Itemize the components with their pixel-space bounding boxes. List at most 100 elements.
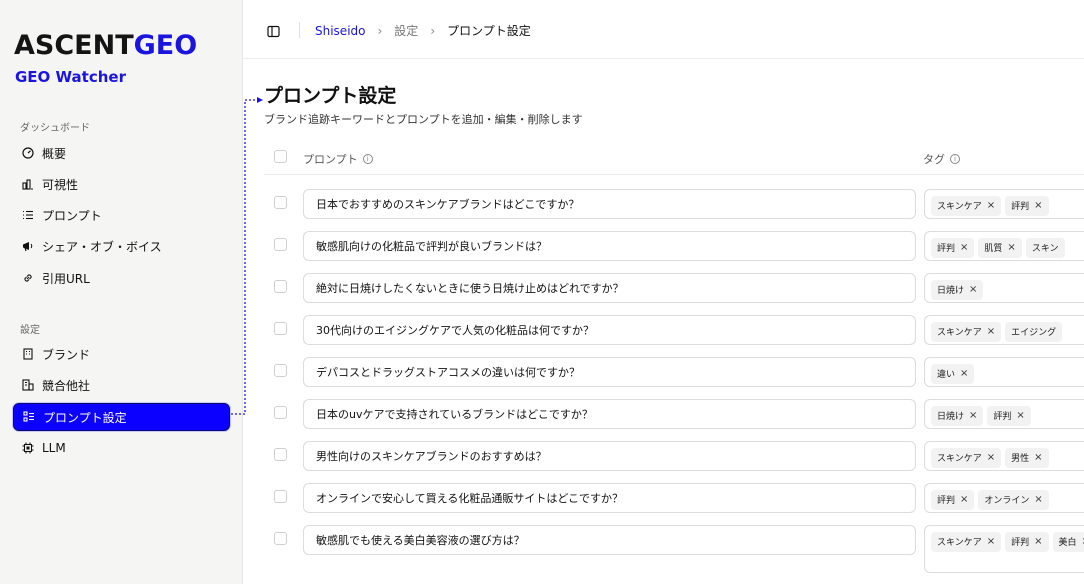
row-checkbox[interactable] <box>274 448 287 461</box>
close-icon[interactable]: × <box>960 494 968 505</box>
prompt-input[interactable]: 日本のuvケアで支持されているブランドはどこですか？ <box>303 399 916 429</box>
sidebar-item-llm[interactable]: LLM <box>13 434 230 462</box>
close-icon[interactable]: × <box>1034 452 1042 463</box>
buildings-icon <box>21 379 34 392</box>
tag-label: スキンケア <box>937 202 982 212</box>
row-checkbox[interactable] <box>274 532 287 545</box>
close-icon[interactable]: × <box>1034 494 1042 505</box>
table-row: 敏感肌向けの化粧品で評判が良いブランドは？ 評判 × 肌質 × スキン <box>264 231 1084 273</box>
tag-label: 日焼け <box>937 286 965 296</box>
table-row: 敏感肌でも使える美白美容液の選び方は？ スキンケア × 評判 × 美白× <box>264 525 1084 573</box>
tag-input[interactable]: 違い × <box>924 357 1084 387</box>
sidebar-item-brand[interactable]: ブランド <box>13 340 230 368</box>
sidebar-item-label: LLM <box>42 441 66 455</box>
tag-label: 違い <box>937 370 956 380</box>
close-icon[interactable]: × <box>960 368 968 379</box>
tag-input[interactable]: スキンケア × 評判 × 美白× <box>924 525 1084 573</box>
tag-input[interactable]: スキンケア × 男性 × <box>924 441 1084 471</box>
row-checkbox[interactable] <box>274 238 287 251</box>
sidebar-item-cited-urls[interactable]: 引用URL <box>13 264 230 292</box>
select-all-checkbox[interactable] <box>274 150 287 163</box>
prompt-input[interactable]: 日本でおすすめのスキンケアブランドはどこですか？ <box>303 189 916 219</box>
tag-chip: 肌質 × <box>978 237 1022 258</box>
section-label-dashboard: ダッシュボード <box>20 123 90 134</box>
tag-input[interactable]: スキンケア × エイジング <box>924 315 1084 345</box>
close-icon[interactable]: × <box>969 410 977 421</box>
close-icon[interactable]: × <box>987 326 995 337</box>
tag-chip: 違い × <box>931 363 975 384</box>
close-icon[interactable]: × <box>969 284 977 295</box>
sidebar-toggle-icon[interactable] <box>267 23 280 38</box>
column-header-tags: タグ i <box>923 151 960 167</box>
sidebar-item-label: 概要 <box>42 146 67 161</box>
list-icon <box>21 209 34 222</box>
tag-input[interactable]: 評判 × オンライン × <box>924 483 1084 513</box>
sidebar-item-visibility[interactable]: 可視性 <box>13 170 230 198</box>
close-icon[interactable]: × <box>1007 242 1015 253</box>
sidebar-item-prompts[interactable]: プロンプト <box>13 201 230 229</box>
tag-chip: 評判 × <box>987 405 1031 426</box>
gauge-icon <box>21 147 34 160</box>
tag-chip: 日焼け × <box>931 405 984 426</box>
info-icon[interactable]: i <box>362 154 373 164</box>
table-row: 30代向けのエイジングケアで人気の化粧品は何ですか？ スキンケア × エイジング <box>264 315 1084 357</box>
close-icon[interactable]: × <box>987 200 995 211</box>
tag-chip: エイジング <box>1005 321 1063 342</box>
tag-chip: 評判 × <box>931 237 975 258</box>
tag-chip: 美白× <box>1052 531 1084 552</box>
tag-label: スキンケア <box>937 454 982 464</box>
close-icon[interactable]: × <box>987 536 995 547</box>
close-icon[interactable]: × <box>987 452 995 463</box>
tag-label: 評判 <box>993 412 1012 422</box>
close-icon[interactable]: × <box>1034 536 1042 547</box>
breadcrumb-middle-link[interactable]: 設定 <box>394 22 418 39</box>
row-checkbox[interactable] <box>274 280 287 293</box>
breadcrumb: Shiseido › 設定 › プロンプト設定 <box>315 22 531 39</box>
row-checkbox[interactable] <box>274 364 287 377</box>
tag-input[interactable]: スキンケア × 評判 × <box>924 189 1084 219</box>
tag-label: 肌質 <box>984 244 1003 254</box>
table-header: プロンプト i タグ i <box>264 145 1084 175</box>
tag-input[interactable]: 日焼け × <box>924 273 1084 303</box>
row-checkbox[interactable] <box>274 322 287 335</box>
tag-chip: スキン <box>1025 237 1065 258</box>
sidebar-item-overview[interactable]: 概要 <box>13 139 230 167</box>
sidebar: ASCENTGEO GEO Watcher ダッシュボード 概要 可視性 プロン… <box>0 0 243 584</box>
tag-chip: スキンケア × <box>931 195 1002 216</box>
prompt-input[interactable]: 敏感肌でも使える美白美容液の選び方は？ <box>303 525 916 555</box>
prompt-input[interactable]: 絶対に日焼けしたくないときに使う日焼け止めはどれですか？ <box>303 273 916 303</box>
close-icon[interactable]: × <box>1034 200 1042 211</box>
table-row: 男性向けのスキンケアブランドのおすすめは？ スキンケア × 男性 × <box>264 441 1084 483</box>
prompt-input[interactable]: 敏感肌向けの化粧品で評判が良いブランドは？ <box>303 231 916 261</box>
sidebar-item-prompt-settings[interactable]: プロンプト設定 <box>13 403 230 431</box>
sidebar-item-label: プロンプト <box>42 208 102 223</box>
tag-input[interactable]: 評判 × 肌質 × スキン <box>924 231 1084 261</box>
breadcrumb-root-link[interactable]: Shiseido <box>315 24 365 38</box>
app-name: GEO Watcher <box>15 68 126 86</box>
close-icon[interactable]: × <box>1016 410 1024 421</box>
prompt-input[interactable]: オンラインで安心して買える化粧品通販サイトはどこですか？ <box>303 483 916 513</box>
logo[interactable]: ASCENTGEO <box>14 30 197 62</box>
close-icon[interactable]: × <box>960 242 968 253</box>
row-checkbox[interactable] <box>274 406 287 419</box>
divider <box>299 22 300 38</box>
row-checkbox[interactable] <box>274 196 287 209</box>
tag-input[interactable]: 日焼け × 評判 × <box>924 399 1084 429</box>
prompt-input[interactable]: 男性向けのスキンケアブランドのおすすめは？ <box>303 441 916 471</box>
section-label-settings: 設定 <box>20 325 40 336</box>
page-subtitle: ブランド追跡キーワードとプロンプトを追加・編集・削除します <box>264 113 583 126</box>
sidebar-item-competitors[interactable]: 競合他社 <box>13 371 230 399</box>
prompt-input[interactable]: 30代向けのエイジングケアで人気の化粧品は何ですか？ <box>303 315 916 345</box>
prompt-input[interactable]: デパコスとドラッグストアコスメの違いは何ですか？ <box>303 357 916 387</box>
info-icon[interactable]: i <box>950 154 960 164</box>
breadcrumb-current: プロンプト設定 <box>447 24 531 38</box>
tag-chip: 評判 × <box>1005 531 1049 552</box>
column-header-label: プロンプト <box>303 153 358 166</box>
sidebar-item-label: 可視性 <box>42 177 79 192</box>
sidebar-item-share-of-voice[interactable]: シェア・オブ・ボイス <box>13 232 230 260</box>
logo-text-geo: GEO <box>133 30 198 61</box>
column-header-prompt: プロンプト i <box>303 151 373 167</box>
tag-label: 評判 <box>1011 202 1030 212</box>
row-checkbox[interactable] <box>274 490 287 503</box>
link-icon <box>21 272 34 285</box>
